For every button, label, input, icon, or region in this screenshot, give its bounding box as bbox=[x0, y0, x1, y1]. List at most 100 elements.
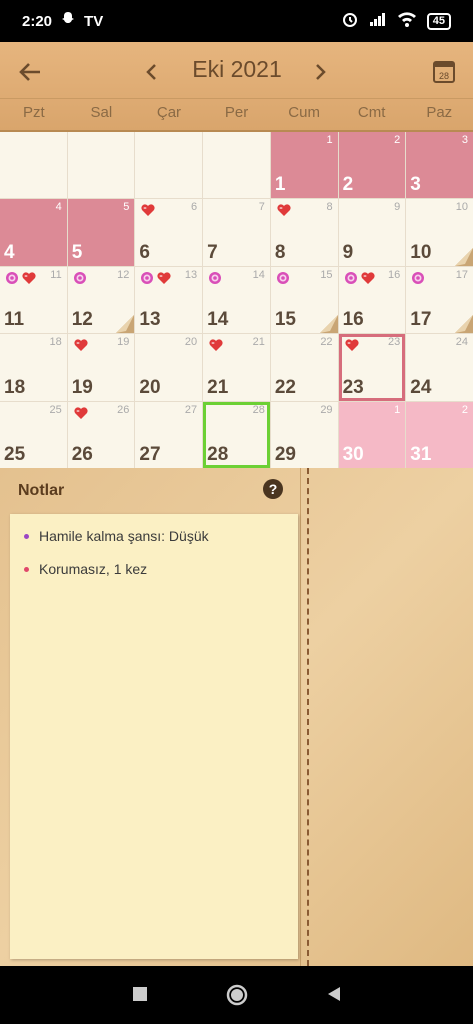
svg-text:?: ? bbox=[269, 481, 278, 497]
calendar-cell-empty bbox=[203, 132, 270, 199]
bullet-icon bbox=[24, 566, 29, 572]
chevron-right-icon[interactable] bbox=[310, 60, 330, 84]
calendar-day-cell[interactable]: 13 13 bbox=[135, 266, 203, 334]
signal-icon bbox=[369, 12, 387, 30]
day-corner-number: 2 bbox=[394, 134, 401, 146]
day-number: 5 bbox=[71, 241, 83, 263]
divider bbox=[300, 468, 301, 966]
calendar-day-cell[interactable]: 77 bbox=[203, 199, 270, 266]
weekday-label: Per bbox=[224, 104, 249, 121]
calendar-icon-day: 28 bbox=[439, 71, 449, 81]
day-corner-number: 26 bbox=[117, 403, 130, 416]
calendar-day-cell[interactable]: 88 bbox=[270, 199, 338, 266]
calendar-day-cell[interactable]: 26 26 bbox=[67, 401, 135, 468]
flower-icon bbox=[140, 271, 154, 290]
day-icons bbox=[73, 271, 87, 290]
tv-label: TV bbox=[84, 12, 104, 30]
day-corner-number: 16 bbox=[388, 268, 401, 281]
day-number: 29 bbox=[274, 444, 296, 465]
day-number: 1 bbox=[274, 174, 286, 196]
day-number: 27 bbox=[139, 444, 161, 465]
calendar-day-cell[interactable]: 11 bbox=[270, 132, 338, 199]
wifi-icon bbox=[397, 11, 417, 31]
note-text: Korumasız, 1 kez bbox=[39, 561, 148, 577]
calendar-day-cell[interactable]: 25 25 bbox=[0, 401, 67, 468]
status-time: 2:20 bbox=[22, 12, 53, 30]
calendar-day-cell[interactable]: 18 18 bbox=[0, 334, 67, 401]
day-corner-number: 7 bbox=[258, 201, 265, 214]
day-icons bbox=[344, 271, 376, 290]
calendar-day-cell[interactable]: 19 19 bbox=[67, 334, 135, 401]
day-icons bbox=[276, 203, 292, 222]
day-number: 3 bbox=[410, 174, 421, 196]
calendar-day-cell[interactable]: 20 20 bbox=[135, 334, 203, 401]
calendar-day-cell[interactable]: 99 bbox=[338, 199, 406, 266]
heart-icon bbox=[140, 203, 156, 222]
calendar-day-cell[interactable]: 10 10 bbox=[406, 199, 473, 266]
calendar-header: Eki 2021 28 Pzt Sal Çar Per Cum Cmt Paz bbox=[0, 42, 473, 132]
calendar-day-cell[interactable]: 29 29 bbox=[270, 401, 338, 468]
calendar-day-cell[interactable]: 15 15 bbox=[270, 266, 338, 334]
heart-icon bbox=[276, 203, 292, 222]
calendar-day-cell[interactable]: 23 23 bbox=[338, 334, 406, 401]
calendar-icon[interactable]: 28 bbox=[432, 58, 456, 84]
calendar-day-cell[interactable]: 21 21 bbox=[203, 334, 270, 401]
heart-icon bbox=[156, 271, 172, 290]
flower-icon bbox=[208, 271, 222, 290]
day-number: 15 bbox=[274, 309, 296, 331]
back-button[interactable] bbox=[324, 984, 344, 1004]
chevron-left-icon[interactable] bbox=[142, 60, 162, 84]
day-corner-number: 17 bbox=[455, 268, 468, 281]
note-paper[interactable]: Hamile kalma şansı: Düşük Korumasız, 1 k… bbox=[10, 514, 298, 959]
day-number: 30 bbox=[342, 444, 364, 465]
home-button[interactable] bbox=[226, 984, 248, 1006]
calendar-day-cell[interactable]: 1 30 bbox=[338, 401, 406, 468]
day-number: 6 bbox=[139, 241, 150, 263]
calendar-day-cell[interactable]: 16 16 bbox=[338, 266, 406, 334]
flower-icon bbox=[73, 271, 87, 290]
calendar-day-cell[interactable]: 33 bbox=[406, 132, 473, 199]
day-corner-number: 13 bbox=[184, 268, 198, 281]
dashed-divider bbox=[307, 468, 309, 966]
day-number: 11 bbox=[4, 309, 25, 331]
day-corner-number: 1 bbox=[394, 403, 401, 416]
calendar-day-cell[interactable]: 12 12 bbox=[67, 266, 135, 334]
note-item: Hamile kalma şansı: Düşük bbox=[24, 528, 209, 544]
heart-icon bbox=[73, 338, 89, 357]
day-corner-number: 28 bbox=[252, 403, 265, 416]
day-corner-number: 20 bbox=[184, 336, 198, 349]
calendar-cell-empty bbox=[67, 132, 135, 199]
day-corner-number: 29 bbox=[320, 403, 333, 416]
calendar-day-cell[interactable]: 66 bbox=[135, 199, 203, 266]
calendar-day-cell[interactable]: 27 27 bbox=[135, 401, 203, 468]
bullet-icon bbox=[24, 533, 29, 539]
flower-icon bbox=[276, 271, 290, 290]
day-icons bbox=[140, 271, 172, 290]
back-arrow-icon[interactable] bbox=[16, 58, 44, 86]
calendar-day-cell[interactable]: 22 bbox=[338, 132, 406, 199]
day-icons bbox=[344, 338, 360, 357]
day-number: 7 bbox=[207, 241, 218, 263]
calendar-day-cell[interactable]: 28 28 bbox=[203, 401, 270, 468]
weekday-label: Pzt bbox=[22, 104, 45, 121]
calendar-day-cell[interactable]: 11 11 bbox=[0, 266, 67, 334]
weekday-label: Sal bbox=[90, 104, 113, 121]
calendar-day-cell[interactable]: 17 17 bbox=[406, 266, 473, 334]
day-number: 4 bbox=[4, 241, 15, 263]
help-icon[interactable]: ? bbox=[262, 478, 284, 500]
calendar-cell-empty bbox=[135, 132, 203, 199]
calendar-day-cell[interactable]: 14 14 bbox=[203, 266, 270, 334]
note-text: Hamile kalma şansı: Düşük bbox=[39, 528, 209, 544]
calendar-day-cell[interactable]: 22 22 bbox=[270, 334, 338, 401]
day-number: 9 bbox=[342, 241, 354, 263]
day-corner-number: 24 bbox=[455, 336, 468, 349]
calendar-day-cell[interactable]: 2 31 bbox=[406, 401, 473, 468]
day-corner-number: 22 bbox=[320, 336, 333, 349]
day-number: 13 bbox=[139, 309, 161, 331]
battery-icon: 45 bbox=[426, 12, 451, 30]
calendar-day-cell[interactable]: 24 24 bbox=[406, 334, 473, 401]
calendar-day-cell[interactable]: 44 bbox=[0, 199, 67, 266]
calendar-day-cell[interactable]: 55 bbox=[67, 199, 135, 266]
day-corner-number: 23 bbox=[388, 336, 401, 349]
recents-button[interactable] bbox=[130, 984, 150, 1004]
